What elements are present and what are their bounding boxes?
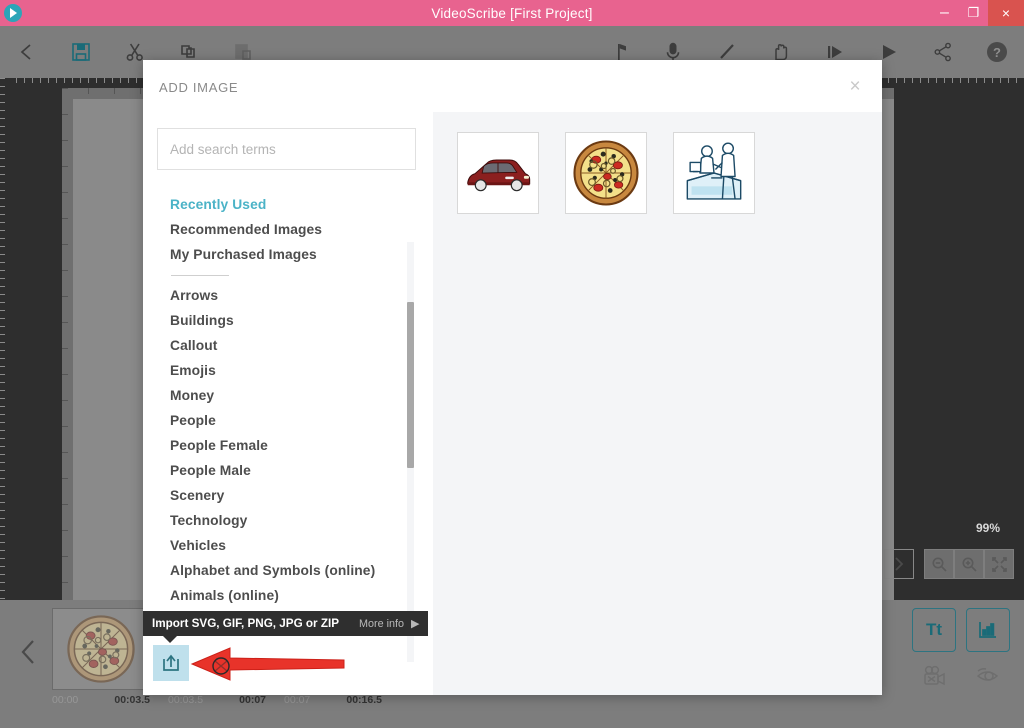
share-button[interactable] [916, 26, 970, 78]
sidebar-item-buildings[interactable]: Buildings [170, 308, 433, 333]
next-scene-button[interactable] [884, 549, 914, 579]
sidebar-item-vehicles[interactable]: Vehicles [170, 533, 433, 558]
sidebar-item-money[interactable]: Money [170, 383, 433, 408]
sidebar-item-scenery[interactable]: Scenery [170, 483, 433, 508]
preview-eye-button[interactable] [966, 658, 1010, 694]
save-button[interactable] [54, 26, 108, 78]
dialog-body: Recently Used Recommended Images My Purc… [143, 112, 882, 695]
search-wrap [143, 112, 433, 170]
timeline-frame-thumb[interactable] [52, 608, 150, 690]
dialog-sidebar: Recently Used Recommended Images My Purc… [143, 112, 433, 695]
image-result-car[interactable] [457, 132, 539, 214]
minimize-button[interactable]: – [930, 0, 959, 26]
sidebar-item-animals[interactable]: Animals (online) [170, 583, 433, 608]
sidebar-item-arrows[interactable]: Arrows [170, 283, 433, 308]
close-dialog-button[interactable]: × [842, 74, 868, 100]
timeline-frame-1[interactable]: 00:00 00:03.5 [52, 608, 150, 706]
search-input[interactable] [157, 128, 416, 170]
import-tooltip: Import SVG, GIF, PNG, JPG or ZIP More in… [143, 611, 429, 643]
pizza-image [573, 140, 639, 206]
canvas-controls [884, 549, 1014, 579]
upload-import-icon [163, 654, 179, 671]
add-video-button[interactable] [912, 658, 956, 694]
bottom-tools-row-2 [912, 658, 1010, 694]
red-car-image [467, 159, 531, 192]
sidebar-item-technology[interactable]: Technology [170, 508, 433, 533]
zoom-out-button[interactable] [924, 549, 954, 579]
sidebar-item-recently-used[interactable]: Recently Used [170, 192, 433, 217]
fit-to-screen-button[interactable] [984, 549, 1014, 579]
category-scrollbar-thumb[interactable] [407, 302, 414, 468]
add-text-button[interactable]: Tt [912, 608, 956, 652]
image-result-reception[interactable] [673, 132, 755, 214]
image-result-pizza[interactable] [565, 132, 647, 214]
canvas-ruler-left [62, 88, 73, 600]
window-controls: – ❐ × [930, 0, 1024, 26]
sidebar-item-people-male[interactable]: People Male [170, 458, 433, 483]
close-window-button[interactable]: × [988, 0, 1024, 26]
more-info-link[interactable]: More info ▶ [359, 617, 419, 630]
import-tooltip-text: Import SVG, GIF, PNG, JPG or ZIP [152, 617, 340, 630]
bottom-right-tools: Tt [912, 608, 1010, 694]
image-results-grid [457, 132, 882, 214]
dialog-title: ADD IMAGE [159, 80, 239, 95]
sidebar-item-callout[interactable]: Callout [170, 333, 433, 358]
ruler-left [0, 78, 10, 600]
svg-text:?: ? [993, 45, 1001, 60]
window-title: VideoScribe [First Project] [431, 5, 593, 21]
category-divider [171, 275, 229, 276]
bottom-tools-row-1: Tt [912, 608, 1010, 652]
add-image-dialog: ADD IMAGE × Recently Used Recommended Im… [143, 60, 882, 695]
maximize-button[interactable]: ❐ [959, 0, 988, 26]
mouse-cursor [211, 655, 233, 684]
back-button[interactable] [0, 26, 54, 78]
import-image-button[interactable] [153, 645, 189, 681]
zoom-level-label: 99% [975, 521, 1000, 535]
dialog-header: ADD IMAGE × [143, 60, 882, 112]
titlebar: VideoScribe [First Project] – ❐ × [0, 0, 1024, 26]
videoscribe-window: VideoScribe [First Project] – ❐ × ? 99% … [0, 0, 1024, 728]
timeline-frame-times: 00:00 00:03.5 [52, 690, 150, 706]
frame-start-time: 00:00 [52, 694, 79, 706]
sidebar-item-recommended-images[interactable]: Recommended Images [170, 217, 433, 242]
timeline-prev-button[interactable] [12, 632, 46, 672]
caret-right-icon: ▶ [411, 618, 420, 630]
frame-start-time: 00:07 [284, 694, 311, 706]
add-chart-button[interactable] [966, 608, 1010, 652]
image-results-panel [433, 112, 882, 695]
sidebar-item-my-purchased-images[interactable]: My Purchased Images [170, 242, 433, 267]
frame-end-time: 00:07 [239, 694, 266, 706]
help-button[interactable]: ? [970, 26, 1024, 78]
red-arrow-annotation [186, 646, 346, 687]
category-list: Recently Used Recommended Images My Purc… [143, 192, 433, 650]
frame-start-time: 00:03.5 [168, 694, 204, 706]
sidebar-item-alphabet-and-symbols[interactable]: Alphabet and Symbols (online) [170, 558, 433, 583]
sidebar-item-people[interactable]: People [170, 408, 433, 433]
sidebar-item-emojis[interactable]: Emojis [170, 358, 433, 383]
frame-end-time: 00:03.5 [114, 694, 150, 706]
zoom-in-button[interactable] [954, 549, 984, 579]
reception-desk-image [686, 142, 742, 200]
frame-end-time: 00:16.5 [346, 694, 382, 706]
more-info-label: More info [359, 618, 405, 630]
sidebar-item-people-female[interactable]: People Female [170, 433, 433, 458]
